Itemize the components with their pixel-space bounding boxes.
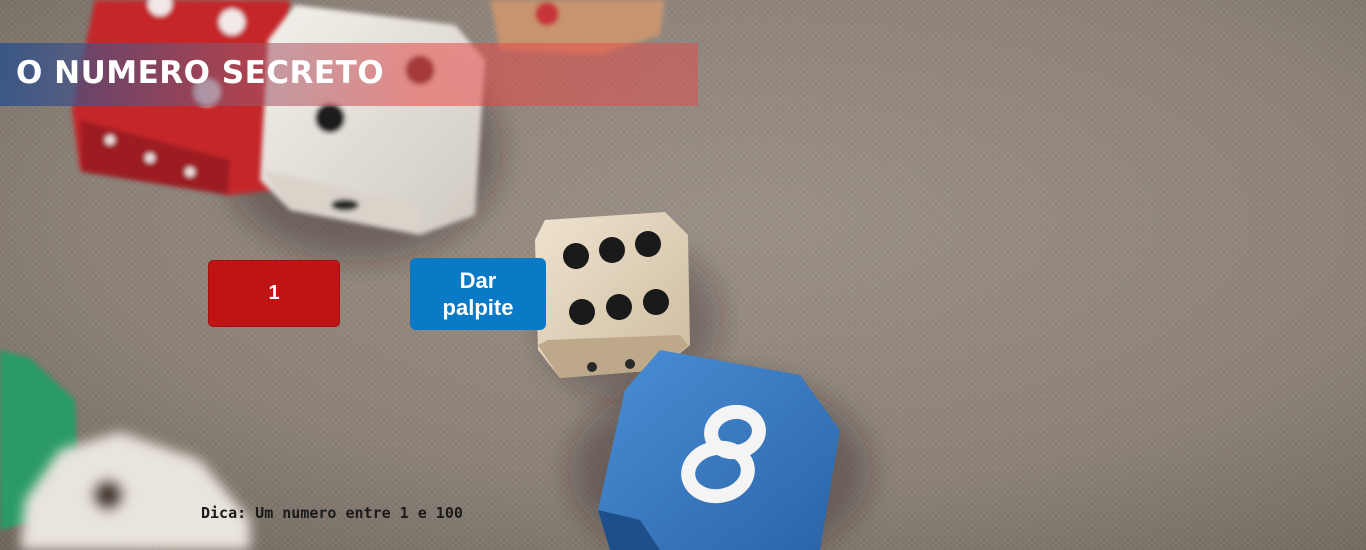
guess-input[interactable] bbox=[208, 260, 340, 327]
page-title: O NUMERO SECRETO bbox=[16, 55, 385, 91]
hint-text: Dica: Um numero entre 1 e 100 bbox=[201, 504, 463, 522]
guess-button[interactable]: Dar palpite bbox=[410, 258, 546, 330]
